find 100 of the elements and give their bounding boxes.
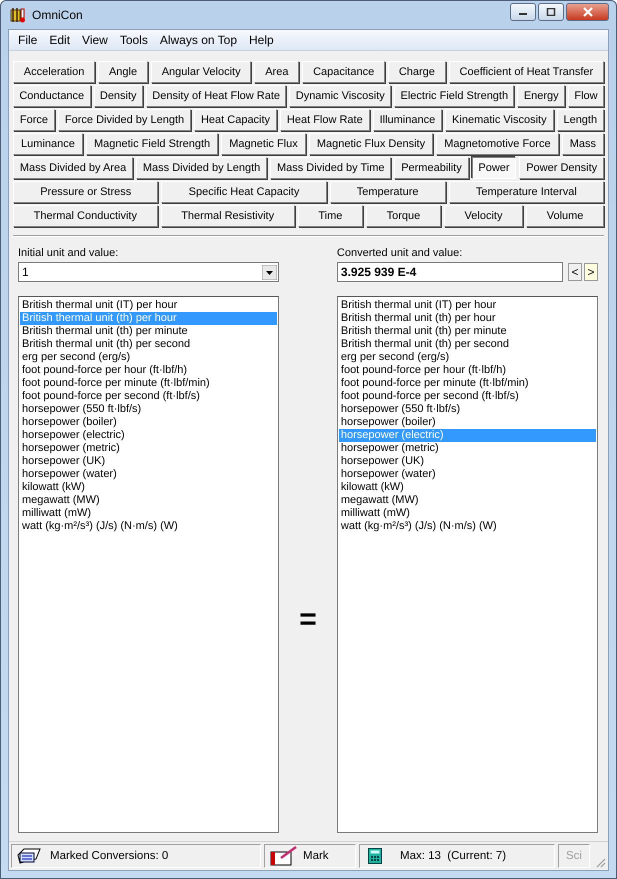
maximize-button[interactable] (538, 3, 564, 21)
unit-item[interactable]: foot pound-force per minute (ft·lbf/min) (338, 377, 596, 390)
quantity-button[interactable]: Volume (526, 205, 604, 227)
mark-button[interactable]: Mark (264, 844, 356, 868)
quantity-button[interactable]: Energy (517, 85, 566, 107)
menu-item[interactable]: Tools (114, 33, 154, 47)
unit-item[interactable]: foot pound-force per second (ft·lbf/s) (338, 390, 596, 403)
quantity-button[interactable]: Pressure or Stress (13, 181, 158, 203)
quantity-button[interactable]: Magnetic Flux (221, 133, 306, 155)
quantity-button[interactable]: Angular Velocity (150, 61, 252, 83)
quantity-button[interactable]: Area (254, 61, 300, 83)
close-button[interactable] (566, 3, 609, 21)
quantity-button[interactable]: Angle (98, 61, 148, 83)
next-button[interactable]: > (584, 263, 598, 281)
quantity-button[interactable]: Time (298, 205, 364, 227)
quantity-button[interactable]: Illuminance (372, 109, 442, 131)
quantity-button[interactable]: Mass Divided by Area (13, 157, 134, 179)
unit-item[interactable]: megawatt (MW) (20, 494, 278, 507)
menu-item[interactable]: Help (243, 33, 280, 47)
quantity-button[interactable]: Specific Heat Capacity (161, 181, 327, 203)
menu-item[interactable]: Edit (43, 33, 76, 47)
menu-item[interactable]: Always on Top (154, 33, 243, 47)
unit-item[interactable]: British thermal unit (th) per minute (338, 325, 596, 338)
unit-item[interactable]: British thermal unit (th) per hour (338, 312, 596, 325)
quantity-button[interactable]: Velocity (444, 205, 524, 227)
unit-item[interactable]: foot pound-force per hour (ft·lbf/h) (20, 364, 278, 377)
quantity-button[interactable]: Capacitance (302, 61, 386, 83)
unit-item[interactable]: British thermal unit (th) per second (338, 338, 596, 351)
unit-item[interactable]: foot pound-force per hour (ft·lbf/h) (338, 364, 596, 377)
unit-item[interactable]: horsepower (boiler) (338, 416, 596, 429)
quantity-button[interactable]: Flow (568, 85, 604, 107)
quantity-button[interactable]: Heat Flow Rate (280, 109, 370, 131)
quantity-button[interactable]: Torque (366, 205, 441, 227)
menu-item[interactable]: View (76, 33, 114, 47)
quantity-button[interactable]: Luminance (13, 133, 83, 155)
unit-item[interactable]: kilowatt (kW) (338, 481, 596, 494)
maximize-icon (546, 8, 556, 16)
quantity-button[interactable]: Length (556, 109, 604, 131)
previous-button[interactable]: < (568, 263, 582, 281)
quantity-button[interactable]: Heat Capacity (194, 109, 277, 131)
quantity-button[interactable]: Thermal Resistivity (160, 205, 295, 227)
quantity-button[interactable]: Temperature Interval (448, 181, 604, 203)
quantity-button[interactable]: Power Density (519, 157, 604, 179)
quantity-button[interactable]: Power (472, 157, 516, 179)
unit-item[interactable]: milliwatt (mW) (338, 507, 596, 520)
quantity-button[interactable]: Force (13, 109, 55, 131)
calculator-icon (368, 848, 382, 864)
close-icon (582, 7, 594, 17)
unit-item[interactable]: British thermal unit (th) per minute (20, 325, 278, 338)
unit-item[interactable]: horsepower (UK) (338, 455, 596, 468)
unit-item[interactable]: British thermal unit (th) per second (20, 338, 278, 351)
unit-item[interactable]: kilowatt (kW) (20, 481, 278, 494)
unit-item[interactable]: horsepower (metric) (20, 442, 278, 455)
unit-item[interactable]: watt (kg·m²/s³) (J/s) (N·m/s) (W) (20, 520, 278, 533)
unit-item[interactable]: megawatt (MW) (338, 494, 596, 507)
quantity-button[interactable]: Density of Heat Flow Rate (146, 85, 286, 107)
precision-readout: Max: 13 (Current: 7) (400, 850, 506, 862)
quantity-button[interactable]: Magnetomotive Force (436, 133, 559, 155)
quantity-button[interactable]: Charge (388, 61, 446, 83)
quantity-button[interactable]: Thermal Conductivity (13, 205, 158, 227)
value-dropdown[interactable]: 1 (18, 262, 280, 282)
quantity-button[interactable]: Mass Divided by Time (270, 157, 392, 179)
menu-item[interactable]: File (12, 33, 44, 47)
unit-item[interactable]: horsepower (water) (338, 468, 596, 481)
unit-item[interactable]: horsepower (boiler) (20, 416, 278, 429)
unit-item[interactable]: British thermal unit (IT) per hour (20, 299, 278, 312)
unit-item[interactable]: horsepower (water) (20, 468, 278, 481)
unit-item[interactable]: British thermal unit (IT) per hour (338, 299, 596, 312)
unit-item[interactable]: watt (kg·m²/s³) (J/s) (N·m/s) (W) (338, 520, 596, 533)
resize-grip-icon (594, 856, 606, 868)
quantity-button[interactable]: Conductance (13, 85, 91, 107)
quantity-button[interactable]: Magnetic Field Strength (86, 133, 218, 155)
equals-sign: = (299, 603, 317, 637)
quantity-button[interactable]: Kinematic Viscosity (445, 109, 554, 131)
quantity-button[interactable]: Permeability (394, 157, 469, 179)
unit-item[interactable]: foot pound-force per minute (ft·lbf/min) (20, 377, 278, 390)
minimize-button[interactable] (510, 3, 536, 21)
unit-item[interactable]: erg per second (erg/s) (20, 351, 278, 364)
quantity-button[interactable]: Coefficient of Heat Transfer (448, 61, 604, 83)
field-label: Converted unit and value: (336, 247, 462, 259)
unit-item[interactable]: horsepower (UK) (20, 455, 278, 468)
result-field: 3.925 939 E-4 (336, 262, 563, 282)
marked-conversions-count: Marked Conversions: 0 (50, 850, 168, 862)
unit-item[interactable]: horsepower (550 ft·lbf/s) (20, 403, 278, 416)
unit-item[interactable]: erg per second (erg/s) (338, 351, 596, 364)
unit-item[interactable]: horsepower (550 ft·lbf/s) (338, 403, 596, 416)
quantity-button[interactable]: Mass (562, 133, 604, 155)
quantity-button[interactable]: Force Divided by Length (58, 109, 192, 131)
quantity-button[interactable]: Magnetic Flux Density (308, 133, 434, 155)
unit-item[interactable]: milliwatt (mW) (20, 507, 278, 520)
unit-item[interactable]: horsepower (electric) (20, 429, 278, 442)
window-title: OmniCon (32, 8, 83, 22)
quantity-button[interactable]: Electric Field Strength (394, 85, 514, 107)
quantity-button[interactable]: Temperature (330, 181, 446, 203)
quantity-button[interactable]: Acceleration (13, 61, 96, 83)
unit-item[interactable]: horsepower (metric) (338, 442, 596, 455)
quantity-button[interactable]: Density (94, 85, 143, 107)
quantity-button[interactable]: Mass Divided by Length (136, 157, 268, 179)
unit-item[interactable]: foot pound-force per second (ft·lbf/s) (20, 390, 278, 403)
quantity-button[interactable]: Dynamic Viscosity (289, 85, 392, 107)
